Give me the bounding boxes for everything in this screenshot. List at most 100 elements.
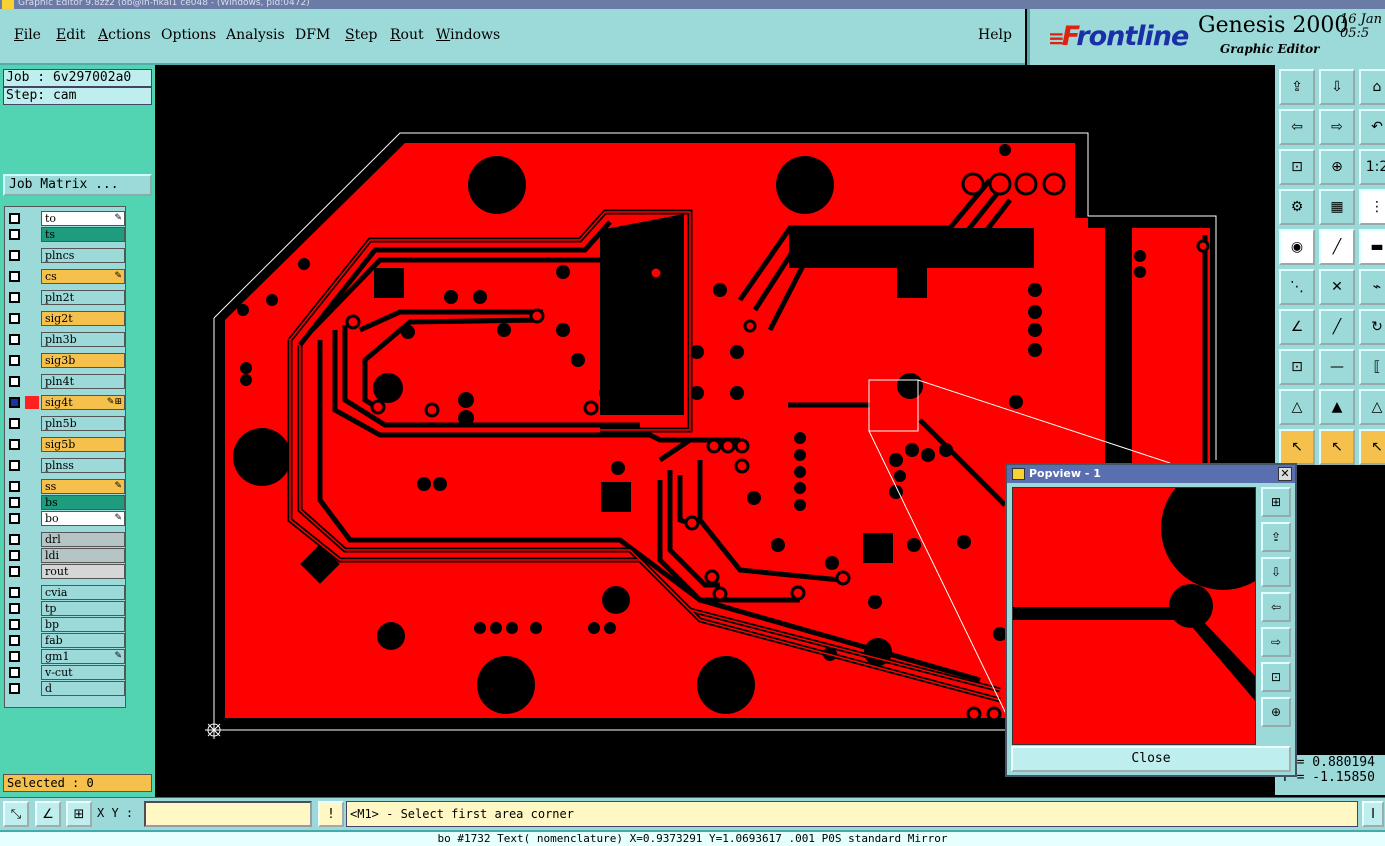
menu-options[interactable]: Options [161, 27, 216, 43]
layer-label[interactable]: drl [41, 532, 125, 547]
snap-icon[interactable]: ⋮ [1359, 189, 1385, 225]
home-icon[interactable]: ⌂ [1359, 69, 1385, 105]
zoom-fit-icon[interactable]: ⤡ [3, 801, 29, 827]
layer-label[interactable]: ts [41, 227, 125, 242]
triangle-icon[interactable]: △ [1279, 389, 1315, 425]
pop-fit-icon[interactable]: ⊡ [1261, 662, 1291, 692]
layer-color-swatch[interactable] [25, 396, 39, 409]
layer-row-drl[interactable]: drl [7, 532, 125, 547]
menu-step[interactable]: Step [345, 27, 377, 43]
layer-row-sig3b[interactable]: sig3b [7, 353, 125, 368]
layer-checkbox[interactable] [9, 229, 20, 240]
layer-row-v-cut[interactable]: v-cut [7, 665, 125, 680]
layer-checkbox[interactable] [9, 397, 20, 408]
layer-label[interactable]: pln4t [41, 374, 125, 389]
layer-row-to[interactable]: to ✎ [7, 211, 125, 226]
measure-icon[interactable]: ∠ [35, 801, 61, 827]
pop-left-icon[interactable]: ⇦ [1261, 592, 1291, 622]
layer-label[interactable]: bs [41, 495, 125, 510]
ruler-icon[interactable]: ▬ [1359, 229, 1385, 265]
layer-label[interactable]: ldi [41, 548, 125, 563]
layer-row-bs[interactable]: bs [7, 495, 125, 510]
alert-icon[interactable]: ! [318, 801, 344, 827]
popview-close-button[interactable]: Close [1011, 746, 1291, 772]
layer-label[interactable]: v-cut [41, 665, 125, 680]
menu-dfm[interactable]: DFM [295, 27, 330, 43]
layer-label[interactable]: bp [41, 617, 125, 632]
arc-icon[interactable]: ↻ [1359, 309, 1385, 345]
layer-row-rout[interactable]: rout [7, 564, 125, 579]
layer-row-plncs[interactable]: plncs [7, 248, 125, 263]
popview-close-icon[interactable]: ✕ [1278, 467, 1292, 481]
menu-edit[interactable]: Edit [56, 27, 85, 43]
layer-checkbox[interactable] [9, 667, 20, 678]
triangle-up-icon[interactable]: ▲ [1319, 389, 1355, 425]
layer-checkbox[interactable] [9, 603, 20, 614]
grid-icon[interactable]: ▦ [1319, 189, 1355, 225]
layer-row-sig4t[interactable]: sig4t ✎⊞ [7, 395, 125, 410]
layer-checkbox[interactable] [9, 418, 20, 429]
layer-label[interactable]: cs ✎ [41, 269, 125, 284]
pop-center-icon[interactable]: ⊕ [1261, 697, 1291, 727]
layer-label[interactable]: ss ✎ [41, 479, 125, 494]
layer-row-fab[interactable]: fab [7, 633, 125, 648]
minus-icon[interactable]: — [1319, 349, 1355, 385]
layer-label[interactable]: tp [41, 601, 125, 616]
line-icon[interactable]: ╱ [1319, 229, 1355, 265]
layer-row-d[interactable]: d [7, 681, 125, 696]
menu-rout[interactable]: Rout [390, 27, 424, 43]
layer-checkbox[interactable] [9, 587, 20, 598]
layer-label[interactable]: sig4t ✎⊞ [41, 395, 125, 410]
layer-row-bo[interactable]: bo ✎ [7, 511, 125, 526]
layer-row-plnss[interactable]: plnss [7, 458, 125, 473]
layer-checkbox[interactable] [9, 313, 20, 324]
layer-checkbox[interactable] [9, 619, 20, 630]
layer-label[interactable]: gm1 ✎ [41, 649, 125, 664]
popview-canvas[interactable] [1012, 487, 1256, 745]
draw-segment-icon[interactable]: ╱ [1319, 309, 1355, 345]
pop-down-icon[interactable]: ⇩ [1261, 557, 1291, 587]
layer-label[interactable]: pln2t [41, 290, 125, 305]
move-right-icon[interactable]: ⇨ [1319, 109, 1355, 145]
job-matrix-button[interactable]: Job Matrix ... [3, 174, 152, 196]
layer-label[interactable]: sig2t [41, 311, 125, 326]
xy-input[interactable] [144, 801, 312, 827]
layer-checkbox[interactable] [9, 497, 20, 508]
layer-checkbox[interactable] [9, 683, 20, 694]
layer-checkbox[interactable] [9, 292, 20, 303]
layer-label[interactable]: rout [41, 564, 125, 579]
layer-row-cvia[interactable]: cvia [7, 585, 125, 600]
pad-icon[interactable]: ◉ [1279, 229, 1315, 265]
layer-checkbox[interactable] [9, 213, 20, 224]
layer-label[interactable]: to ✎ [41, 211, 125, 226]
layer-checkbox[interactable] [9, 355, 20, 366]
node-icon[interactable]: ⊡ [1279, 349, 1315, 385]
info-button[interactable]: I [1362, 801, 1384, 827]
zoom-fit-icon[interactable]: ⊡ [1279, 149, 1315, 185]
pointer-icon[interactable]: ↖ [1279, 429, 1315, 465]
layer-checkbox[interactable] [9, 250, 20, 261]
menu-analysis[interactable]: Analysis [226, 27, 285, 43]
triangle-alt-icon[interactable]: △ [1359, 389, 1385, 425]
move-up-icon[interactable]: ⇪ [1279, 69, 1315, 105]
layer-checkbox[interactable] [9, 635, 20, 646]
draw-line-icon[interactable]: ∠ [1279, 309, 1315, 345]
menu-windows[interactable]: Windows [436, 27, 500, 43]
layer-label[interactable]: plnss [41, 458, 125, 473]
scale-icon[interactable]: 1:2 [1359, 149, 1385, 185]
layer-row-bp[interactable]: bp [7, 617, 125, 632]
layer-row-ldi[interactable]: ldi [7, 548, 125, 563]
layer-label[interactable]: d [41, 681, 125, 696]
layer-label[interactable]: cvia [41, 585, 125, 600]
layer-checkbox[interactable] [9, 271, 20, 282]
undo-icon[interactable]: ↶ [1359, 109, 1385, 145]
pop-zoom-in-icon[interactable]: ⊞ [1261, 487, 1291, 517]
zoom-center-icon[interactable]: ⊕ [1319, 149, 1355, 185]
menu-actions[interactable]: Actions [98, 27, 151, 43]
link-icon[interactable]: ⌁ [1359, 269, 1385, 305]
layer-checkbox[interactable] [9, 334, 20, 345]
layer-row-ts[interactable]: ts [7, 227, 125, 242]
layer-checkbox[interactable] [9, 651, 20, 662]
pointer-circle-icon[interactable]: ↖ [1359, 429, 1385, 465]
layer-row-pln3b[interactable]: pln3b [7, 332, 125, 347]
